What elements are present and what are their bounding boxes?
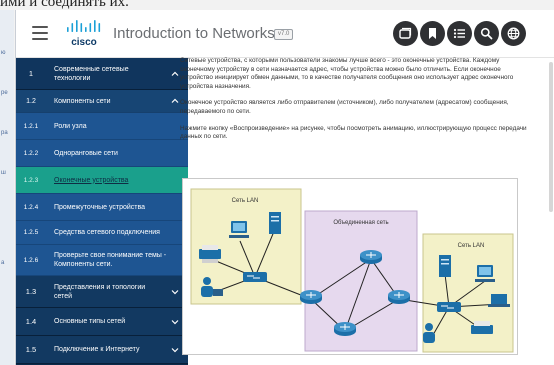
section-1-4[interactable]: 1.4 Основные типы сетей [16, 308, 188, 336]
course-title: Introduction to Networks [113, 25, 275, 42]
section-number: 1.4 [25, 317, 37, 326]
item-number: 1.2.5 [23, 229, 39, 236]
lan-left-label: Сеть LAN [232, 198, 259, 204]
printer-icon [471, 321, 493, 334]
section-label: Представления и топологии сетей [54, 283, 146, 300]
top-header: cisco Introduction to Networks v7.0 [16, 10, 554, 58]
server-icon [439, 255, 451, 277]
nav-item-1-2-1[interactable]: 1.2.1 Роли узла [16, 113, 188, 140]
list-icon [453, 28, 465, 39]
router-icon [300, 290, 322, 304]
chevron-down-icon [171, 347, 179, 352]
section-1-3[interactable]: 1.3 Представления и топологии сетей [16, 276, 188, 308]
paragraph-1: Сетевые устройства, с которыми пользоват… [180, 57, 514, 90]
course-navigation-sidebar: 1 Современные сетевые технологии 1.2 Ком… [16, 58, 188, 365]
server-icon [269, 212, 281, 234]
chevron-up-icon [171, 71, 179, 76]
item-number: 1.2.2 [23, 149, 39, 157]
internetwork-zone [304, 210, 418, 352]
section-number: 1.2 [26, 97, 36, 105]
paragraph-2: Оконечное устройство является либо отпра… [180, 99, 509, 115]
nav-item-1-2-3-active[interactable]: 1.2.3 Оконечные устройства [16, 167, 188, 194]
globe-icon [507, 27, 520, 40]
router-icon [388, 290, 410, 304]
hamburger-menu-icon[interactable] [32, 26, 48, 40]
content-scrollbar[interactable] [549, 62, 553, 212]
page: ими и соединять их. ю ре ра ш а cisco In… [0, 0, 554, 365]
background-page-margin: ю ре ра ш а [0, 10, 14, 365]
item-number: 1.2.4 [23, 203, 39, 211]
nav-item-1-2-5[interactable]: 1.2.5 Средства сетевого подключения [16, 221, 188, 245]
chevron-down-icon [171, 289, 179, 294]
network-figure[interactable]: Сеть LAN Объединенная сеть Сеть LAN [182, 178, 518, 355]
language-button[interactable] [501, 21, 526, 46]
search-icon [480, 27, 493, 40]
section-label: Подключение к Интернету [54, 346, 140, 353]
item-label: Одноранговые сети [54, 149, 118, 157]
cisco-logo: cisco [67, 20, 101, 48]
search-button[interactable] [474, 21, 499, 46]
module-label: Современные сетевые технологии [54, 65, 129, 82]
pc-icon [229, 221, 249, 238]
pc-icon [475, 265, 495, 282]
toc-button[interactable] [447, 21, 472, 46]
internetwork-label: Объединенная сеть [333, 220, 388, 226]
section-number: 1.5 [25, 345, 37, 354]
lesson-content: Сетевые устройства, с которыми пользоват… [180, 57, 530, 150]
router-icon [360, 250, 382, 264]
item-label: Средства сетевого подключения [54, 229, 160, 236]
laptop-icon [488, 294, 510, 307]
item-label: Промежуточные устройства [54, 203, 146, 211]
item-label: Проверьте свое понимание темы - Компонен… [54, 252, 167, 268]
item-label: Роли узла [54, 122, 87, 130]
chevron-up-icon [171, 98, 179, 103]
version-badge: v7.0 [274, 29, 294, 40]
lan-right-label: Сеть LAN [458, 243, 485, 249]
section-1-2[interactable]: 1.2 Компоненты сети [16, 90, 188, 113]
switch-icon [437, 302, 461, 312]
section-1-5[interactable]: 1.5 Подключение к Интернету [16, 336, 188, 364]
chevron-down-icon [171, 319, 179, 324]
bookmark-button[interactable] [420, 21, 445, 46]
bookmark-icon [429, 28, 436, 39]
item-number: 1.2.6 [23, 256, 39, 264]
svg-text:cisco: cisco [71, 37, 97, 48]
cards-button[interactable] [393, 21, 418, 46]
item-number: 1.2.3 [23, 176, 39, 184]
module-number: 1 [28, 69, 34, 78]
item-label: Оконечные устройства [54, 176, 129, 184]
nav-item-1-2-2[interactable]: 1.2.2 Одноранговые сети [16, 140, 188, 167]
module-1[interactable]: 1 Современные сетевые технологии [16, 58, 188, 90]
section-label: Основные типы сетей [54, 318, 126, 325]
section-label: Компоненты сети [54, 97, 111, 105]
item-number: 1.2.1 [23, 122, 39, 130]
router-icon [334, 322, 356, 336]
section-number: 1.3 [25, 287, 37, 296]
printer-icon [199, 245, 221, 263]
network-diagram: Сеть LAN Объединенная сеть Сеть LAN [190, 188, 514, 353]
switch-icon [243, 272, 267, 282]
cards-icon [399, 27, 412, 39]
nav-item-1-2-4[interactable]: 1.2.4 Промежуточные устройства [16, 194, 188, 221]
paragraph-3: Нажмите кнопку «Воспроизведение» на рису… [180, 124, 527, 141]
nav-item-1-2-6[interactable]: 1.2.6 Проверьте свое понимание темы - Ко… [16, 245, 188, 276]
